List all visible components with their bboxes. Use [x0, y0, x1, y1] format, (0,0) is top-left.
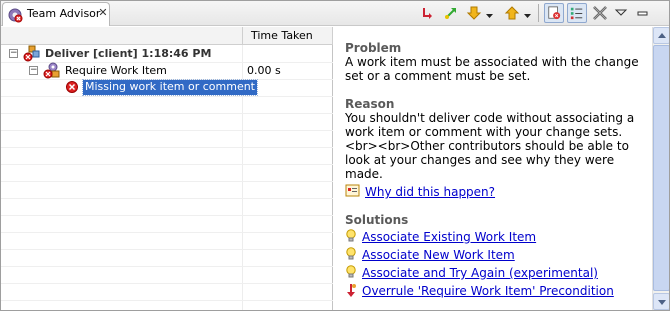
- detail-pane: Problem A work item must be associated w…: [334, 27, 652, 310]
- row-divider: [1, 147, 333, 148]
- help-note-icon: [345, 184, 360, 197]
- row-divider: [1, 96, 333, 97]
- view-title-bar: Team Advisor ✕: [0, 0, 670, 26]
- reason-heading: Reason: [345, 97, 395, 111]
- precondition-error-icon: [43, 62, 60, 79]
- row-divider: [1, 300, 333, 301]
- show-list-icon[interactable]: [567, 3, 587, 23]
- tab-team-advisor[interactable]: Team Advisor ✕: [2, 2, 110, 26]
- previous-dropdown-icon[interactable]: [524, 9, 531, 18]
- row-divider: [1, 130, 333, 131]
- solution-link-text[interactable]: Associate and Try Again (experimental): [362, 266, 598, 280]
- scroll-thumb[interactable]: [653, 45, 670, 291]
- column-header-time[interactable]: Time Taken: [243, 27, 333, 45]
- tree-row-deliver[interactable]: − Deliver [client] 1:18:46 PM: [1, 45, 333, 62]
- solution-overrule[interactable]: Overrule 'Require Work Item' Preconditio…: [345, 283, 645, 299]
- chevron-up-icon: [658, 33, 666, 38]
- row-divider: [1, 198, 333, 199]
- row-divider: [1, 249, 333, 250]
- toolbar-separator: [538, 4, 539, 22]
- row-divider: [1, 266, 333, 267]
- row-divider: [1, 215, 333, 216]
- solution-associate-existing[interactable]: Associate Existing Work Item: [345, 229, 645, 245]
- row-divider: [1, 283, 333, 284]
- solution-link-text[interactable]: Overrule 'Require Work Item' Preconditio…: [362, 284, 614, 298]
- error-icon: [64, 79, 81, 96]
- lightbulb-icon: [346, 265, 356, 278]
- remove-all-icon[interactable]: [590, 3, 610, 23]
- row-divider: [1, 232, 333, 233]
- team-advisor-icon: [7, 7, 23, 23]
- results-tree-table: Time Taken − Deliver [client] 1:18:46 PM…: [1, 27, 333, 310]
- solution-link-text[interactable]: Associate Existing Work Item: [362, 230, 536, 244]
- collapse-icon[interactable]: −: [9, 49, 18, 58]
- tree-row-missing-work-item[interactable]: Missing work item or comment: [1, 79, 333, 96]
- row-divider: [1, 113, 333, 114]
- close-icon[interactable]: ✕: [97, 7, 109, 19]
- tree-row-require-work-item[interactable]: − Require Work Item 0.00 s: [1, 62, 333, 79]
- why-link-text[interactable]: Why did this happen?: [365, 185, 495, 199]
- tree-label: Deliver [client] 1:18:46 PM: [45, 47, 212, 60]
- reason-text: You shouldn't deliver code without assoc…: [345, 111, 635, 181]
- detail-scrollbar[interactable]: [652, 27, 670, 310]
- next-down-icon[interactable]: [464, 3, 484, 23]
- row-divider: [1, 181, 333, 182]
- tab-title: Team Advisor: [27, 7, 101, 20]
- column-header-name[interactable]: [1, 27, 243, 45]
- solutions-heading: Solutions: [345, 213, 409, 227]
- problem-heading: Problem: [345, 41, 402, 55]
- overrule-icon: [347, 284, 356, 297]
- solution-associate-new[interactable]: Associate New Work Item: [345, 247, 645, 263]
- run-icon[interactable]: [441, 3, 461, 23]
- solution-associate-try-again[interactable]: Associate and Try Again (experimental): [345, 265, 645, 281]
- view-menu-icon[interactable]: [612, 3, 632, 23]
- minimize-icon[interactable]: [634, 3, 654, 23]
- tree-label: Missing work item or comment: [82, 79, 258, 96]
- solution-link-text[interactable]: Associate New Work Item: [362, 248, 515, 262]
- deliver-error-icon: [23, 45, 40, 62]
- chevron-down-icon: [658, 300, 666, 305]
- collapse-icon[interactable]: −: [29, 66, 38, 75]
- lightbulb-icon: [346, 229, 356, 242]
- problem-text: A work item must be associated with the …: [345, 55, 639, 83]
- scroll-up-button[interactable]: [653, 27, 670, 44]
- filter-errors-icon[interactable]: [544, 3, 564, 23]
- previous-up-icon[interactable]: [502, 3, 522, 23]
- lightbulb-icon: [346, 247, 356, 260]
- why-link[interactable]: Why did this happen?: [345, 184, 545, 200]
- rerun-icon[interactable]: [418, 3, 438, 23]
- tree-label: Require Work Item: [65, 64, 167, 77]
- next-dropdown-icon[interactable]: [486, 9, 493, 18]
- scroll-down-button[interactable]: [653, 293, 670, 310]
- row-divider: [1, 164, 333, 165]
- time-cell: 0.00 s: [247, 64, 281, 77]
